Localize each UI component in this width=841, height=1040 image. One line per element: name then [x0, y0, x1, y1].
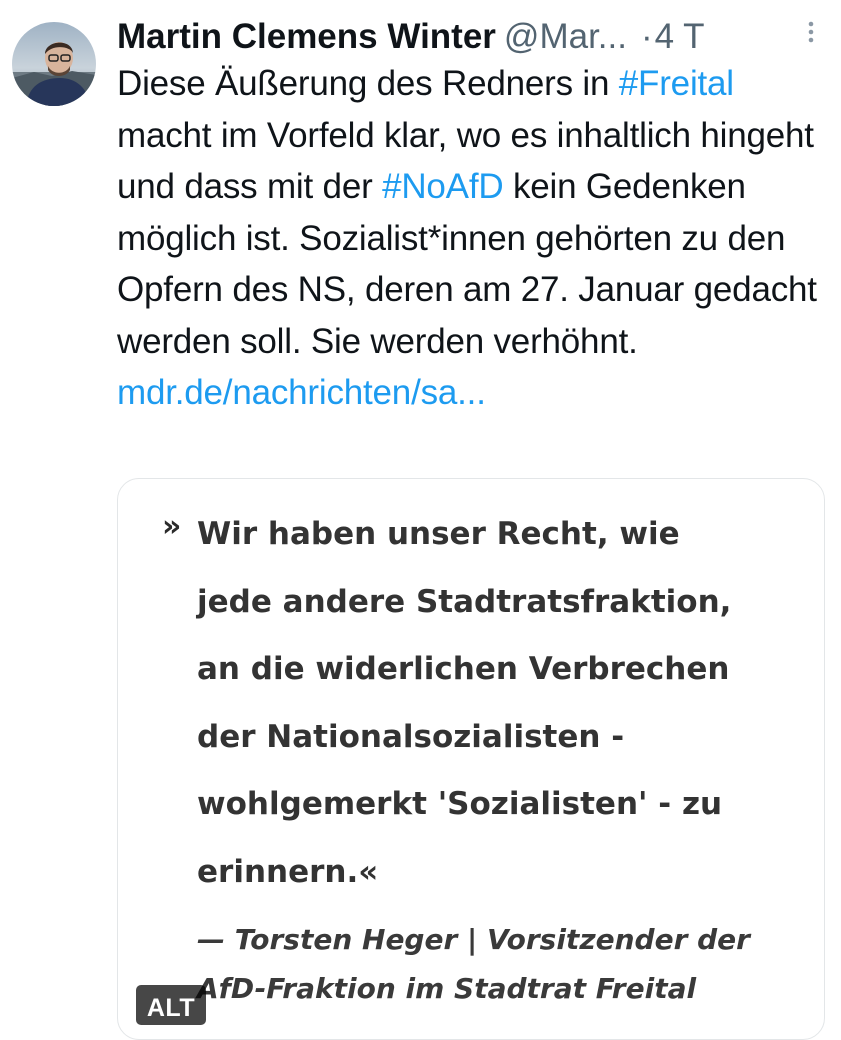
- more-options-button[interactable]: [799, 10, 823, 46]
- tweet-header: Martin Clemens Winter @Mar... ·4 T: [117, 14, 827, 60]
- header-separator: ·: [640, 17, 653, 56]
- tweet-text-part: Diese Äußerung des Redners in: [117, 64, 619, 103]
- quote-attribution: — Torsten Heger | Vorsitzender der AfD-F…: [197, 915, 797, 1013]
- more-vertical-icon: [808, 21, 814, 43]
- quote-line: wohlgemerkt 'Sozialisten' - zu: [197, 786, 723, 822]
- quote-line: erinnern.«: [197, 853, 379, 890]
- quote-mark: »: [162, 509, 182, 544]
- attribution-line: AfD-Fraktion im Stadtrat Freital: [197, 972, 697, 1005]
- tweet-timestamp[interactable]: 4 T: [655, 17, 705, 56]
- hashtag-freital[interactable]: #Freital: [619, 64, 734, 103]
- quote-text: Wir haben unser Recht, wie jede andere S…: [197, 501, 797, 906]
- tweet-text: Diese Äußerung des Redners in #Freital m…: [117, 58, 829, 419]
- quote-line: an die widerlichen Verbrechen: [197, 651, 730, 687]
- alt-text-badge[interactable]: ALT: [136, 985, 206, 1025]
- author-avatar[interactable]: [12, 22, 96, 106]
- hashtag-noafd[interactable]: #NoAfD: [382, 167, 504, 206]
- quote-line: Wir haben unser Recht, wie: [197, 516, 680, 552]
- tweet[interactable]: Martin Clemens Winter @Mar... ·4 T Diese Ä…: [0, 0, 841, 1040]
- quote-line: der Nationalsozialisten -: [197, 718, 625, 755]
- user-avatar-photo-icon: [12, 22, 96, 106]
- attribution-line: — Torsten Heger | Vorsitzender der: [197, 923, 750, 956]
- media-image-card[interactable]: » Wir haben unser Recht, wie jede andere…: [117, 478, 825, 1040]
- author-handle[interactable]: @Mar...: [504, 17, 627, 56]
- quote-line: jede andere Stadtratsfraktion,: [197, 583, 732, 620]
- article-link[interactable]: mdr.de/nachrichten/sa...: [117, 373, 486, 412]
- author-display-name[interactable]: Martin Clemens Winter: [117, 17, 496, 56]
